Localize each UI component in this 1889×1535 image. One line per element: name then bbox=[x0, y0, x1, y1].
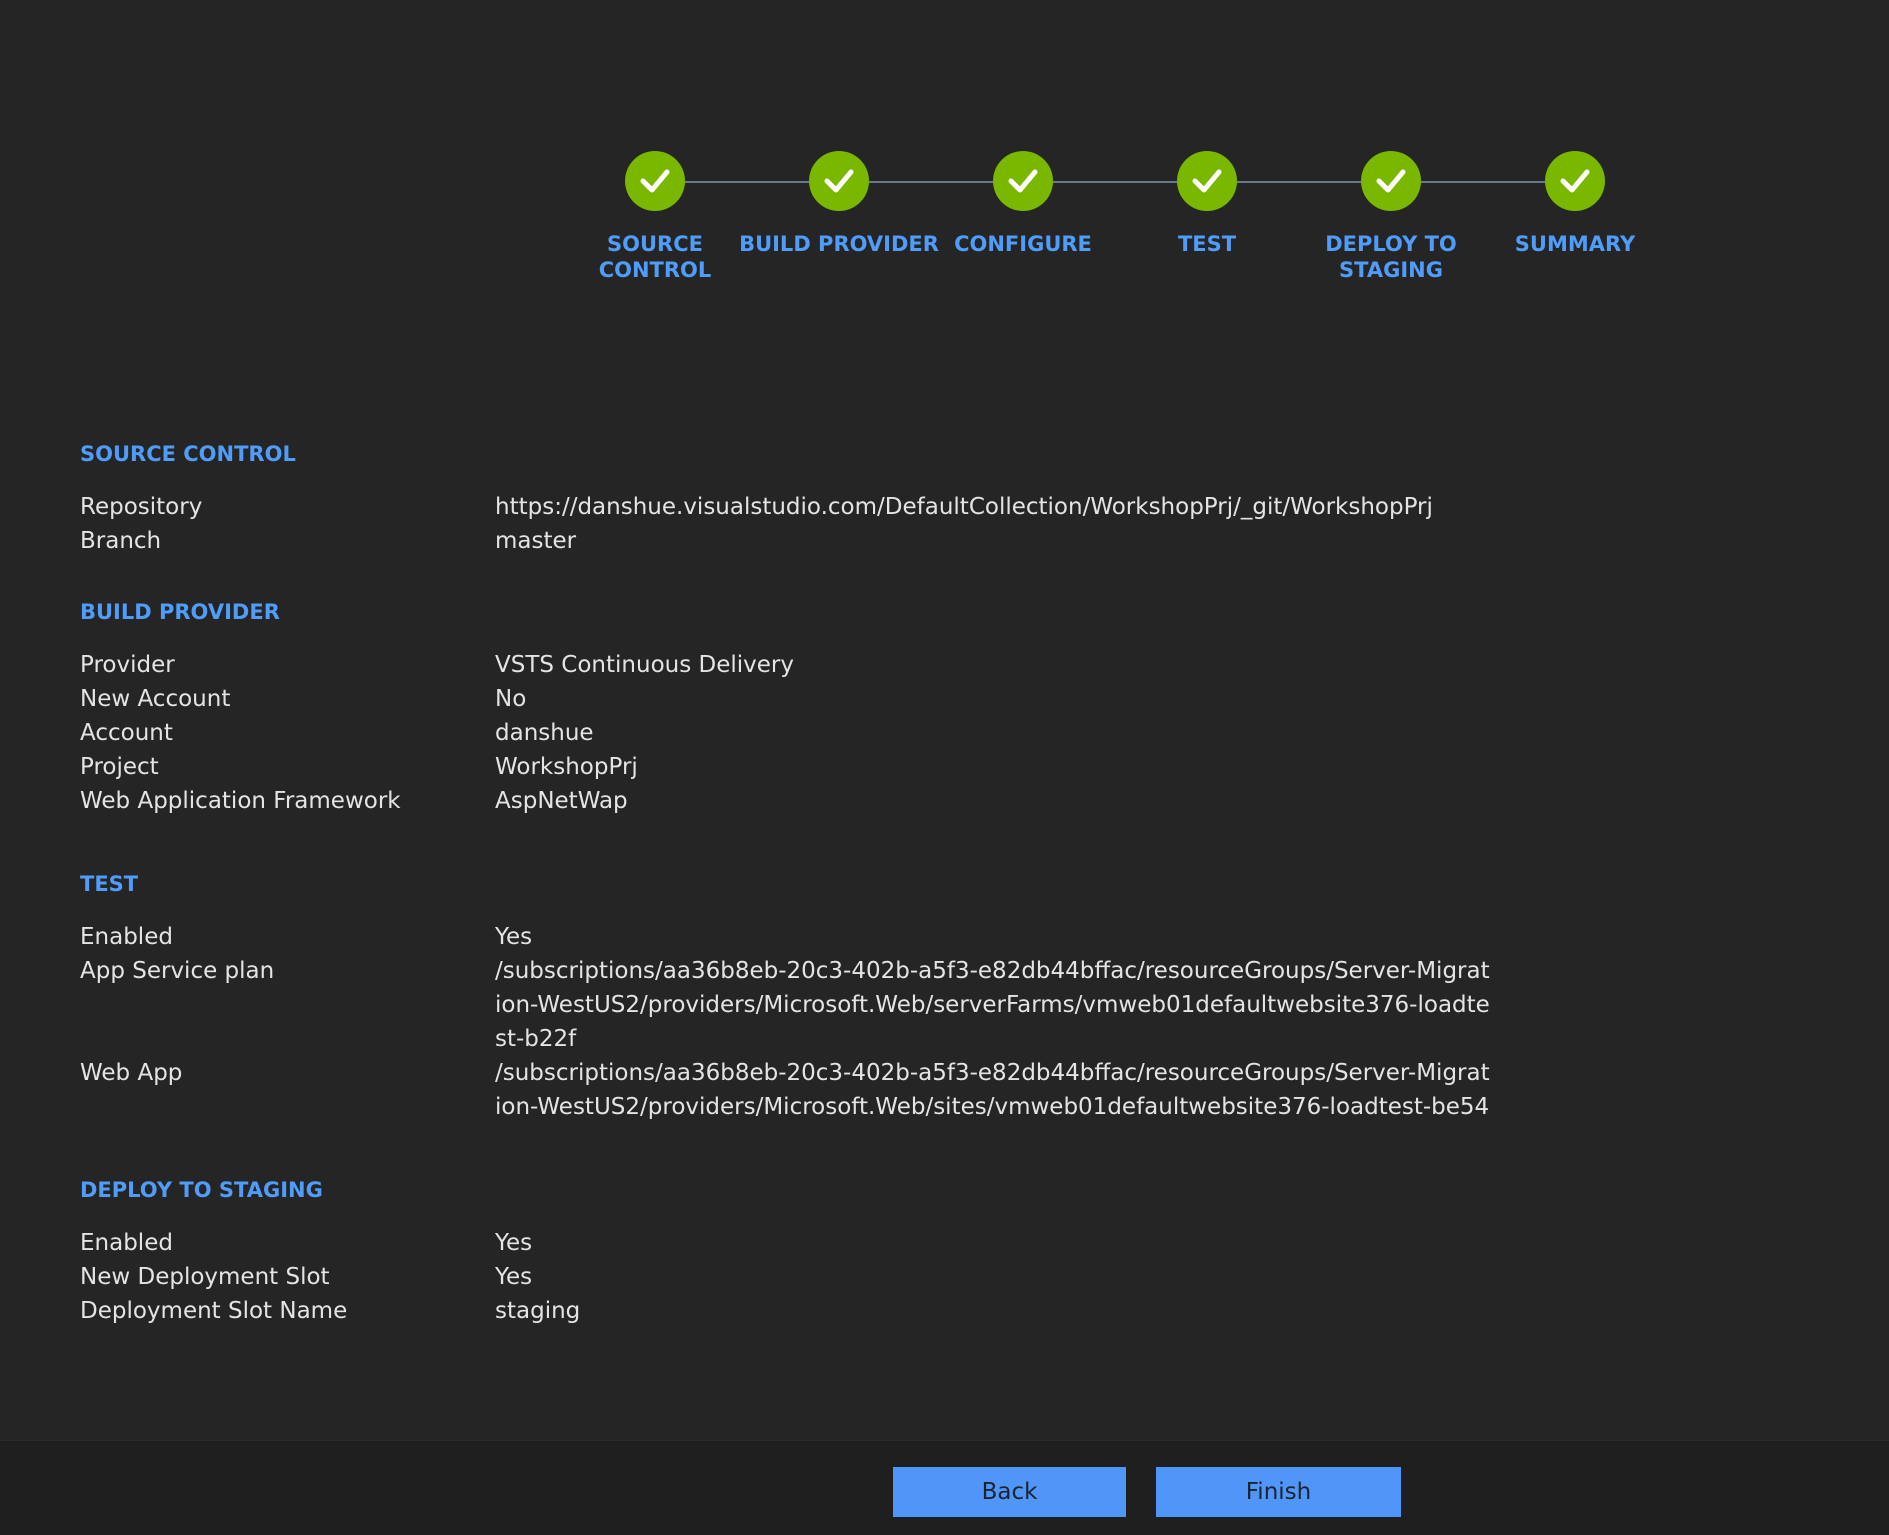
summary-panel: SOURCE CONTROL Repository https://danshue.… bbox=[80, 440, 1780, 1328]
summary-row: Provider VSTS Continuous Delivery bbox=[80, 648, 1780, 682]
summary-section: TEST Enabled Yes App Service plan/subscript… bbox=[80, 870, 1780, 1124]
summary-value: WorkshopPrj bbox=[495, 754, 638, 780]
checkmark-icon bbox=[1376, 169, 1406, 193]
summary-row: Account danshue bbox=[80, 716, 1780, 750]
step-label: SOURCE CONTROL bbox=[598, 232, 712, 282]
step-label: BUILD PROVIDER bbox=[739, 232, 939, 256]
wizard-step-6: SUMMARY bbox=[1475, 151, 1675, 257]
summary-key: Repository bbox=[80, 494, 203, 520]
wizard-stepper: SOURCE CONTROL BUILD PROVIDER CONFIGURE TES… bbox=[0, 0, 1889, 320]
summary-value: master bbox=[495, 528, 577, 554]
summary-key: Account bbox=[80, 720, 173, 746]
step-complete-circle bbox=[993, 151, 1053, 211]
wizard-step-5: DEPLOY TO STAGING bbox=[1291, 151, 1491, 283]
summary-value: danshue bbox=[495, 720, 594, 746]
summary-row: New Account No bbox=[80, 682, 1780, 716]
summary-key: Provider bbox=[80, 652, 175, 678]
summary-value: /subscriptions/aa36b8eb-20c3-402b-a5f3-e… bbox=[495, 1060, 1490, 1120]
summary-section: BUILD PROVIDER Provider VSTS Continuous De… bbox=[80, 598, 1780, 818]
section-title: BUILD PROVIDER bbox=[80, 600, 280, 624]
step-complete-circle bbox=[625, 151, 685, 211]
wizard-step-3: CONFIGURE bbox=[923, 151, 1123, 257]
summary-key: Branch bbox=[80, 528, 162, 554]
summary-value: /subscriptions/aa36b8eb-20c3-402b-a5f3-e… bbox=[495, 958, 1490, 1052]
step-label: SUMMARY bbox=[1514, 232, 1636, 256]
step-label: DEPLOY TO STAGING bbox=[1325, 232, 1457, 282]
summary-value: Yes bbox=[495, 924, 533, 950]
summary-value: AspNetWap bbox=[495, 788, 628, 814]
step-complete-circle bbox=[809, 151, 869, 211]
summary-value: Yes bbox=[495, 1264, 533, 1290]
summary-value: VSTS Continuous Delivery bbox=[495, 652, 794, 678]
section-title: SOURCE CONTROL bbox=[80, 442, 296, 466]
step-complete-circle bbox=[1177, 151, 1237, 211]
step-label: CONFIGURE bbox=[954, 232, 1092, 256]
wizard-step-4: TEST bbox=[1107, 151, 1307, 257]
summary-section: SOURCE CONTROL Repository https://danshue.… bbox=[80, 440, 1780, 558]
summary-value: No bbox=[495, 686, 527, 712]
summary-row: Enabled Yes bbox=[80, 920, 1780, 954]
summary-row: App Service plan/subscriptions/aa36b8eb-… bbox=[80, 954, 1780, 1056]
wizard-footer: Back Finish bbox=[0, 1440, 1889, 1535]
summary-value: https://danshue.visualstudio.com/Default… bbox=[495, 494, 1433, 520]
checkmark-icon bbox=[1008, 169, 1038, 193]
summary-key: App Service plan bbox=[80, 958, 275, 984]
summary-row: Project WorkshopPrj bbox=[80, 750, 1780, 784]
finish-button[interactable]: Finish bbox=[1156, 1467, 1401, 1517]
wizard-step-2: BUILD PROVIDER bbox=[739, 151, 939, 257]
checkmark-icon bbox=[640, 169, 670, 193]
summary-key: Web Application Framework bbox=[80, 788, 401, 814]
summary-row: Web Application Framework AspNetWap bbox=[80, 784, 1780, 818]
summary-row: Web App/subscriptions/aa36b8eb-20c3-402b… bbox=[80, 1056, 1780, 1124]
summary-key: Enabled bbox=[80, 1230, 173, 1256]
step-complete-circle bbox=[1361, 151, 1421, 211]
summary-row: New Deployment Slot Yes bbox=[80, 1260, 1780, 1294]
summary-key: Project bbox=[80, 754, 159, 780]
back-button[interactable]: Back bbox=[893, 1467, 1126, 1517]
summary-key: New Deployment Slot bbox=[80, 1264, 330, 1290]
checkmark-icon bbox=[1560, 169, 1590, 193]
summary-section: DEPLOY TO STAGING Enabled Yes New Deploymen… bbox=[80, 1176, 1780, 1328]
summary-row: Branch master bbox=[80, 524, 1780, 558]
summary-row: Repository https://danshue.visualstudio.c… bbox=[80, 490, 1780, 524]
summary-value: Yes bbox=[495, 1230, 533, 1256]
summary-key: New Account bbox=[80, 686, 231, 712]
summary-value: staging bbox=[495, 1298, 581, 1324]
wizard-step-1: SOURCE CONTROL bbox=[555, 151, 755, 283]
section-title: DEPLOY TO STAGING bbox=[80, 1178, 323, 1202]
summary-key: Enabled bbox=[80, 924, 173, 950]
step-label: TEST bbox=[1177, 232, 1237, 256]
summary-row: Enabled Yes bbox=[80, 1226, 1780, 1260]
section-title: TEST bbox=[80, 872, 139, 896]
summary-row: Deployment Slot Name staging bbox=[80, 1294, 1780, 1328]
summary-key: Web App bbox=[80, 1060, 183, 1086]
checkmark-icon bbox=[1192, 169, 1222, 193]
step-complete-circle bbox=[1545, 151, 1605, 211]
checkmark-icon bbox=[824, 169, 854, 193]
summary-key: Deployment Slot Name bbox=[80, 1298, 348, 1324]
